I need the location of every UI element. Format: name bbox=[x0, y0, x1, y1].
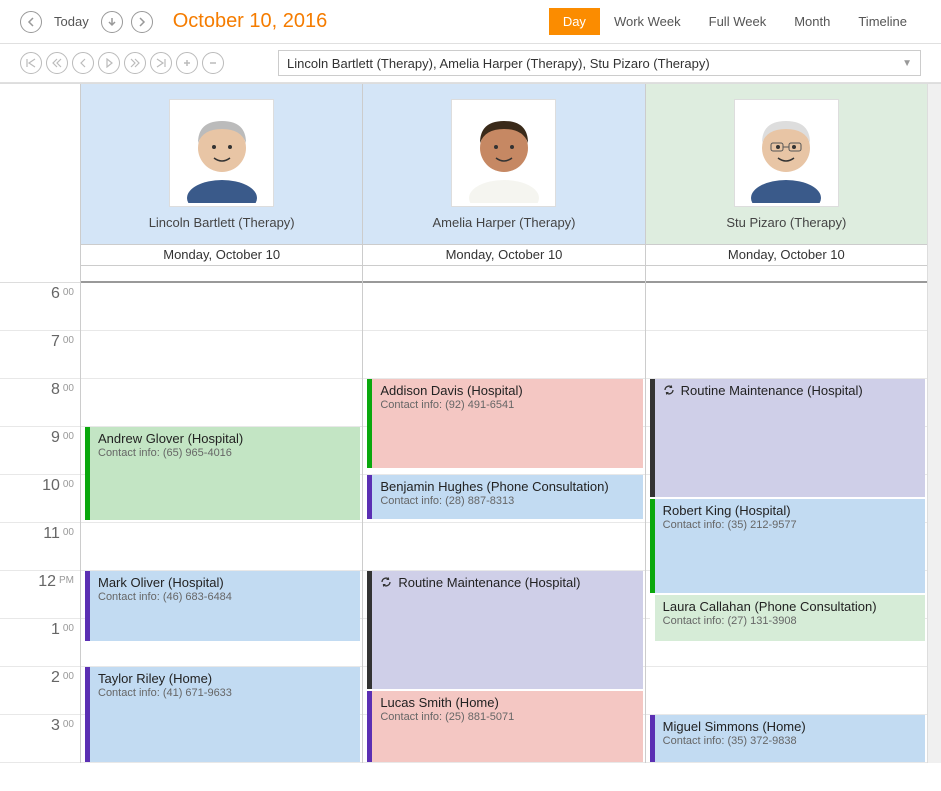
appointment-title: Robert King (Hospital) bbox=[663, 503, 791, 518]
view-day-button[interactable]: Day bbox=[549, 8, 600, 35]
time-slot: 200 bbox=[0, 667, 80, 715]
appointment-title: Routine Maintenance (Hospital) bbox=[398, 575, 580, 590]
appointment-title: Andrew Glover (Hospital) bbox=[98, 431, 243, 446]
appointment-title: Addison Davis (Hospital) bbox=[380, 383, 522, 398]
column-header: Lincoln Bartlett (Therapy) bbox=[81, 84, 362, 244]
view-switcher: Day Work Week Full Week Month Timeline bbox=[549, 8, 921, 35]
scheduler: 6007008009001000110012PM100200300 Lincol… bbox=[0, 83, 941, 763]
time-slot: 900 bbox=[0, 427, 80, 475]
appointment-subtitle: Contact info: (41) 671-9633 bbox=[98, 687, 352, 699]
column-body[interactable]: Addison Davis (Hospital)Contact info: (9… bbox=[363, 283, 644, 763]
time-slot: 1100 bbox=[0, 523, 80, 571]
resource-name: Lincoln Bartlett (Therapy) bbox=[149, 215, 295, 230]
column-date[interactable]: Monday, October 10 bbox=[81, 244, 362, 266]
all-day-row[interactable] bbox=[646, 266, 927, 283]
scrollbar[interactable] bbox=[927, 84, 941, 763]
top-nav: Today October 10, 2016 Day Work Week Ful… bbox=[0, 0, 941, 44]
recurring-icon bbox=[380, 576, 392, 591]
resource-name: Stu Pizaro (Therapy) bbox=[726, 215, 846, 230]
today-label[interactable]: Today bbox=[54, 14, 89, 29]
avatar bbox=[451, 99, 556, 207]
media-rewind-button[interactable] bbox=[46, 52, 68, 74]
nav-forward-button[interactable] bbox=[131, 11, 153, 33]
media-ff-button[interactable] bbox=[124, 52, 146, 74]
all-day-row[interactable] bbox=[363, 266, 644, 283]
resource-selector[interactable]: Lincoln Bartlett (Therapy), Amelia Harpe… bbox=[278, 50, 921, 76]
column-date[interactable]: Monday, October 10 bbox=[363, 244, 644, 266]
zoom-in-button[interactable] bbox=[176, 52, 198, 74]
toolbar: Lincoln Bartlett (Therapy), Amelia Harpe… bbox=[0, 44, 941, 83]
time-slot: 1000 bbox=[0, 475, 80, 523]
nav-back-button[interactable] bbox=[20, 11, 42, 33]
appointment-subtitle: Contact info: (28) 887-8313 bbox=[380, 495, 634, 507]
appointment-title: Benjamin Hughes (Phone Consultation) bbox=[380, 479, 608, 494]
appointment[interactable]: Robert King (Hospital)Contact info: (35)… bbox=[650, 499, 925, 593]
appointment[interactable]: Andrew Glover (Hospital)Contact info: (6… bbox=[85, 427, 360, 520]
appointment[interactable]: Mark Oliver (Hospital)Contact info: (46)… bbox=[85, 571, 360, 641]
appointment-title: Mark Oliver (Hospital) bbox=[98, 575, 224, 590]
scheduler-columns: Lincoln Bartlett (Therapy) Monday, Octobe… bbox=[80, 84, 927, 763]
appointment-subtitle: Contact info: (27) 131-3908 bbox=[663, 615, 917, 627]
resource-column: Amelia Harper (Therapy) Monday, October 1… bbox=[362, 84, 644, 763]
media-play-button[interactable] bbox=[98, 52, 120, 74]
time-slot: 12PM bbox=[0, 571, 80, 619]
media-first-button[interactable] bbox=[20, 52, 42, 74]
recurring-icon bbox=[663, 384, 675, 399]
nav-down-button[interactable] bbox=[101, 11, 123, 33]
column-date[interactable]: Monday, October 10 bbox=[646, 244, 927, 266]
view-month-button[interactable]: Month bbox=[780, 8, 844, 35]
appointment[interactable]: Benjamin Hughes (Phone Consultation)Cont… bbox=[367, 475, 642, 519]
appointment-subtitle: Contact info: (46) 683-6484 bbox=[98, 591, 352, 603]
avatar bbox=[169, 99, 274, 207]
appointment[interactable]: Taylor Riley (Home)Contact info: (41) 67… bbox=[85, 667, 360, 762]
time-slot: 300 bbox=[0, 715, 80, 763]
media-last-button[interactable] bbox=[150, 52, 172, 74]
appointment-title: Laura Callahan (Phone Consultation) bbox=[663, 599, 877, 614]
appointment[interactable]: Routine Maintenance (Hospital) bbox=[367, 571, 642, 689]
resource-selector-value: Lincoln Bartlett (Therapy), Amelia Harpe… bbox=[287, 56, 710, 71]
appointment[interactable]: Routine Maintenance (Hospital) bbox=[650, 379, 925, 497]
zoom-out-button[interactable] bbox=[202, 52, 224, 74]
current-date-label: October 10, 2016 bbox=[173, 10, 541, 33]
appointment-subtitle: Contact info: (92) 491-6541 bbox=[380, 399, 634, 411]
all-day-row[interactable] bbox=[81, 266, 362, 283]
resource-column: Stu Pizaro (Therapy) Monday, October 10 Ro… bbox=[645, 84, 927, 763]
media-prev-button[interactable] bbox=[72, 52, 94, 74]
time-slot: 600 bbox=[0, 283, 80, 331]
chevron-down-icon: ▼ bbox=[902, 58, 912, 69]
appointment-subtitle: Contact info: (65) 965-4016 bbox=[98, 447, 352, 459]
column-header: Amelia Harper (Therapy) bbox=[363, 84, 644, 244]
appointment-title: Lucas Smith (Home) bbox=[380, 695, 498, 710]
appointment-subtitle: Contact info: (35) 372-9838 bbox=[663, 735, 917, 747]
appointment-title: Miguel Simmons (Home) bbox=[663, 719, 806, 734]
time-slot: 700 bbox=[0, 331, 80, 379]
time-ruler: 6007008009001000110012PM100200300 bbox=[0, 84, 80, 763]
column-body[interactable]: Andrew Glover (Hospital)Contact info: (6… bbox=[81, 283, 362, 763]
appointment-subtitle: Contact info: (35) 212-9577 bbox=[663, 519, 917, 531]
column-header: Stu Pizaro (Therapy) bbox=[646, 84, 927, 244]
resource-column: Lincoln Bartlett (Therapy) Monday, Octobe… bbox=[80, 84, 362, 763]
appointment-subtitle: Contact info: (25) 881-5071 bbox=[380, 711, 634, 723]
avatar bbox=[734, 99, 839, 207]
appointment-title: Routine Maintenance (Hospital) bbox=[681, 383, 863, 398]
appointment[interactable]: Laura Callahan (Phone Consultation)Conta… bbox=[650, 595, 925, 641]
appointment-title: Taylor Riley (Home) bbox=[98, 671, 212, 686]
column-body[interactable]: Routine Maintenance (Hospital) Robert Kin… bbox=[646, 283, 927, 763]
view-fullweek-button[interactable]: Full Week bbox=[695, 8, 781, 35]
resource-name: Amelia Harper (Therapy) bbox=[432, 215, 575, 230]
time-slot: 100 bbox=[0, 619, 80, 667]
appointment[interactable]: Miguel Simmons (Home)Contact info: (35) … bbox=[650, 715, 925, 762]
view-timeline-button[interactable]: Timeline bbox=[844, 8, 921, 35]
view-workweek-button[interactable]: Work Week bbox=[600, 8, 695, 35]
time-slot: 800 bbox=[0, 379, 80, 427]
appointment[interactable]: Lucas Smith (Home)Contact info: (25) 881… bbox=[367, 691, 642, 762]
appointment[interactable]: Addison Davis (Hospital)Contact info: (9… bbox=[367, 379, 642, 468]
